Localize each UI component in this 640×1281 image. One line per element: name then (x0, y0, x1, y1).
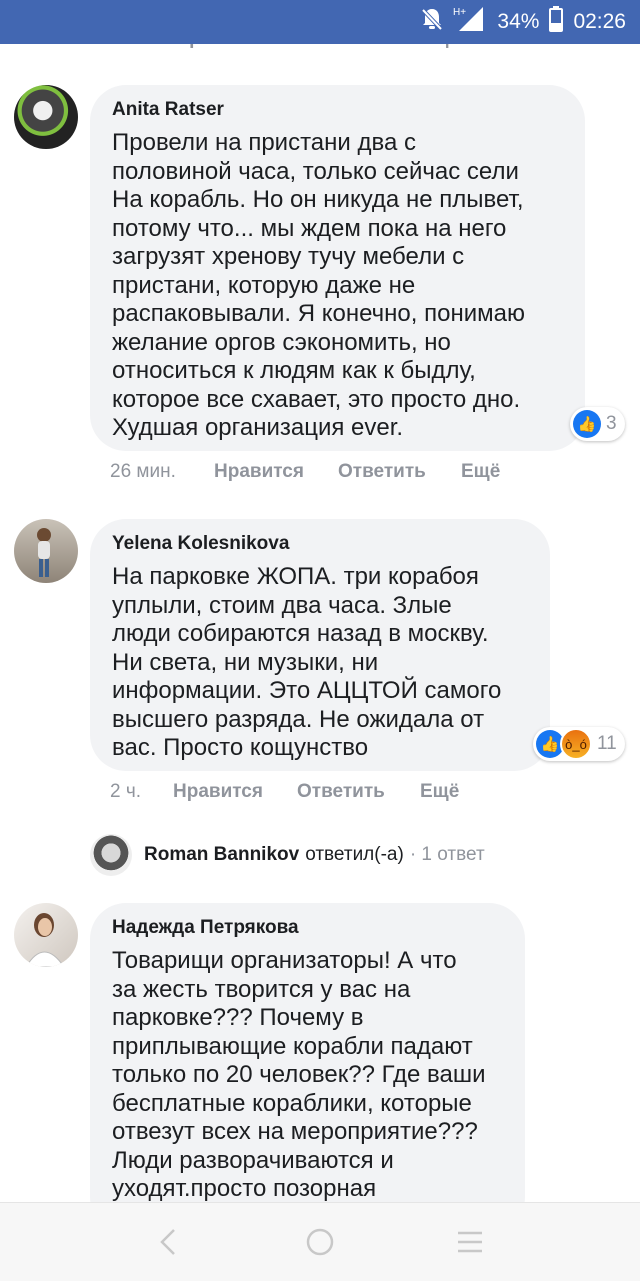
comment-bubble[interactable]: Anita Ratser Провели на пристани два с п… (90, 85, 585, 451)
home-icon (306, 1228, 334, 1256)
like-reaction-icon: 👍 (573, 410, 601, 438)
comment-time[interactable]: 26 мин. (110, 461, 214, 483)
like-link[interactable]: Нравится (214, 461, 338, 483)
comment-author[interactable]: Надежда Петрякова (112, 917, 503, 939)
comment-author[interactable]: Yelena Kolesnikova (112, 533, 528, 555)
avatar[interactable] (14, 85, 78, 149)
comment-time[interactable]: 2 ч. (110, 781, 173, 803)
reaction-summary[interactable]: 👍 3 (570, 407, 625, 441)
signal-icon: H+ (453, 5, 487, 39)
recents-button[interactable] (420, 1203, 520, 1281)
recents-icon (458, 1231, 482, 1253)
avatar[interactable] (14, 903, 78, 967)
battery-icon (549, 6, 564, 38)
network-type: H+ (453, 7, 466, 18)
comment-author[interactable]: Anita Ratser (112, 99, 563, 121)
reaction-summary[interactable]: 👍 ò_ó 11 (533, 727, 625, 761)
battery-percent: 34% (497, 10, 540, 33)
reply-link[interactable]: Ответить (297, 781, 420, 803)
more-link[interactable]: Ещё (420, 781, 459, 803)
person-portrait-icon (25, 913, 65, 967)
comment-bubble[interactable]: Yelena Kolesnikova На парковке ЖОПА. три… (90, 519, 550, 771)
person-silhouette-icon (37, 528, 51, 577)
status-bar: H+ 34% 02:26 (0, 0, 640, 44)
reaction-count: 11 (597, 733, 617, 754)
reply-count[interactable]: · 1 ответ (410, 844, 485, 866)
comment-text: Провели на пристани два с половиной часа… (112, 129, 525, 441)
back-button[interactable] (118, 1203, 218, 1281)
reply-author[interactable]: Roman Bannikov (144, 844, 299, 866)
reply-link[interactable]: Ответить (338, 461, 461, 483)
comment-text: Товарищи организаторы! А что за жесть тв… (112, 947, 486, 1202)
more-link[interactable]: Ещё (461, 461, 500, 483)
navigation-bar (0, 1202, 640, 1281)
comment-actions: 2 ч. Нравится Ответить Ещё (110, 781, 459, 803)
reaction-count: 3 (606, 413, 617, 434)
comment-text: На парковке ЖОПА. три корабоя уплыли, ст… (112, 563, 502, 761)
reply-avatar[interactable] (90, 834, 132, 876)
comment-actions: 26 мин. Нравится Ответить Ещё (110, 461, 500, 483)
reply-summary[interactable]: Roman Bannikov ответил(-а) · 1 ответ (90, 834, 485, 876)
clock: 02:26 (573, 10, 626, 33)
back-icon (160, 1229, 175, 1255)
notifications-off-icon (421, 7, 443, 37)
angry-reaction-icon: ò_ó (560, 728, 592, 760)
avatar[interactable] (14, 519, 78, 583)
reply-verb: ответил(-а) (305, 844, 404, 865)
comment-bubble[interactable]: Надежда Петрякова Товарищи организаторы!… (90, 903, 525, 1233)
like-link[interactable]: Нравится (173, 781, 297, 803)
home-button[interactable] (270, 1203, 370, 1281)
